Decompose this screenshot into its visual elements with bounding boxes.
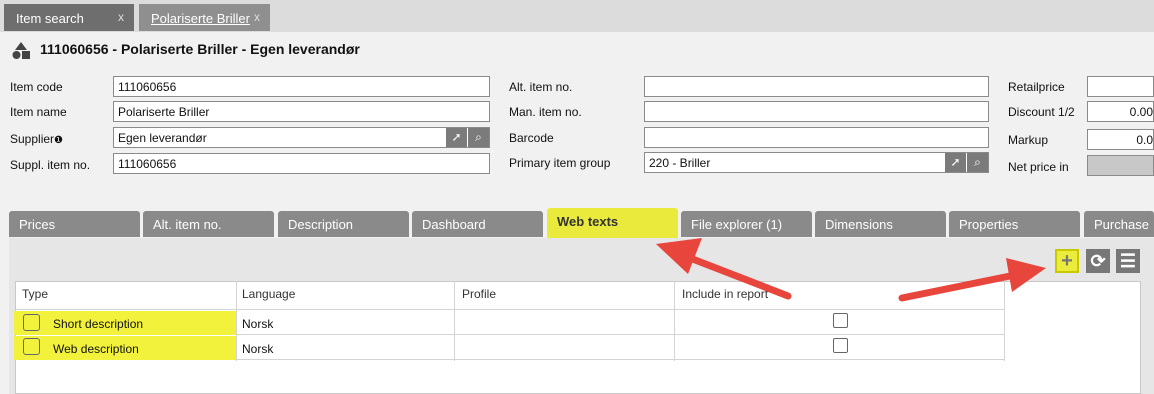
arrow-to-add-button: [898, 258, 1046, 302]
arrow-to-web-texts-tab: [656, 238, 792, 300]
annotation-arrows: [656, 238, 1046, 302]
